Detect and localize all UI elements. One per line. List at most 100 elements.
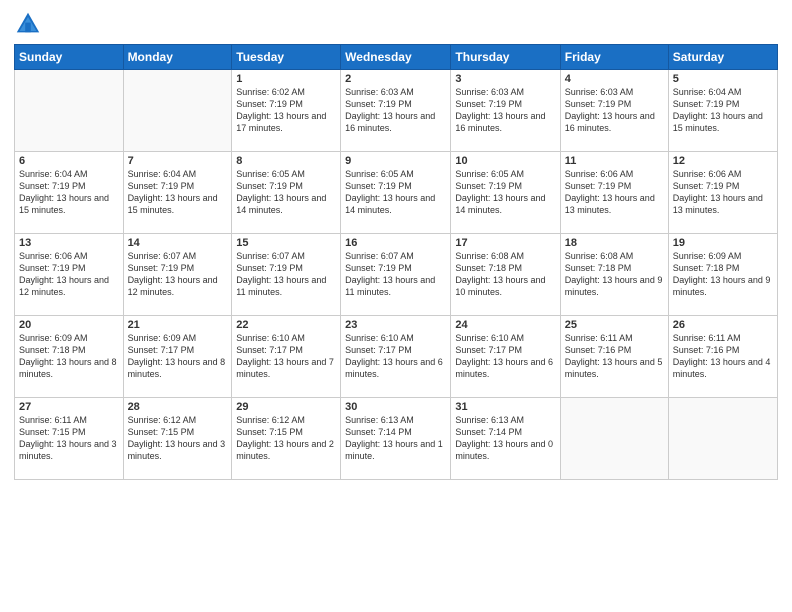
day-number: 23 <box>345 319 446 331</box>
calendar-week-2: 6Sunrise: 6:04 AM Sunset: 7:19 PM Daylig… <box>15 152 778 234</box>
day-number: 2 <box>345 73 446 85</box>
day-info: Sunrise: 6:09 AM Sunset: 7:18 PM Dayligh… <box>19 332 119 381</box>
day-number: 31 <box>455 401 555 413</box>
day-info: Sunrise: 6:10 AM Sunset: 7:17 PM Dayligh… <box>455 332 555 381</box>
day-number: 6 <box>19 155 119 167</box>
day-number: 5 <box>673 73 773 85</box>
calendar-cell: 14Sunrise: 6:07 AM Sunset: 7:19 PM Dayli… <box>123 234 232 316</box>
calendar-header-saturday: Saturday <box>668 45 777 70</box>
day-info: Sunrise: 6:06 AM Sunset: 7:19 PM Dayligh… <box>565 168 664 217</box>
calendar-week-5: 27Sunrise: 6:11 AM Sunset: 7:15 PM Dayli… <box>15 398 778 480</box>
day-info: Sunrise: 6:12 AM Sunset: 7:15 PM Dayligh… <box>236 414 336 463</box>
day-info: Sunrise: 6:08 AM Sunset: 7:18 PM Dayligh… <box>565 250 664 299</box>
day-number: 3 <box>455 73 555 85</box>
day-info: Sunrise: 6:04 AM Sunset: 7:19 PM Dayligh… <box>673 86 773 135</box>
calendar-cell: 26Sunrise: 6:11 AM Sunset: 7:16 PM Dayli… <box>668 316 777 398</box>
calendar-header-thursday: Thursday <box>451 45 560 70</box>
day-info: Sunrise: 6:08 AM Sunset: 7:18 PM Dayligh… <box>455 250 555 299</box>
calendar-cell: 8Sunrise: 6:05 AM Sunset: 7:19 PM Daylig… <box>232 152 341 234</box>
calendar-header-monday: Monday <box>123 45 232 70</box>
day-number: 1 <box>236 73 336 85</box>
day-number: 20 <box>19 319 119 331</box>
calendar-header-tuesday: Tuesday <box>232 45 341 70</box>
calendar-cell: 30Sunrise: 6:13 AM Sunset: 7:14 PM Dayli… <box>341 398 451 480</box>
calendar-header-wednesday: Wednesday <box>341 45 451 70</box>
day-info: Sunrise: 6:06 AM Sunset: 7:19 PM Dayligh… <box>673 168 773 217</box>
calendar-cell: 12Sunrise: 6:06 AM Sunset: 7:19 PM Dayli… <box>668 152 777 234</box>
calendar-cell: 17Sunrise: 6:08 AM Sunset: 7:18 PM Dayli… <box>451 234 560 316</box>
day-number: 8 <box>236 155 336 167</box>
day-info: Sunrise: 6:03 AM Sunset: 7:19 PM Dayligh… <box>455 86 555 135</box>
day-number: 27 <box>19 401 119 413</box>
calendar-cell: 10Sunrise: 6:05 AM Sunset: 7:19 PM Dayli… <box>451 152 560 234</box>
calendar-header-sunday: Sunday <box>15 45 124 70</box>
calendar-cell: 25Sunrise: 6:11 AM Sunset: 7:16 PM Dayli… <box>560 316 668 398</box>
day-info: Sunrise: 6:02 AM Sunset: 7:19 PM Dayligh… <box>236 86 336 135</box>
day-info: Sunrise: 6:12 AM Sunset: 7:15 PM Dayligh… <box>128 414 228 463</box>
day-number: 28 <box>128 401 228 413</box>
calendar-cell: 6Sunrise: 6:04 AM Sunset: 7:19 PM Daylig… <box>15 152 124 234</box>
day-number: 30 <box>345 401 446 413</box>
day-info: Sunrise: 6:09 AM Sunset: 7:18 PM Dayligh… <box>673 250 773 299</box>
day-info: Sunrise: 6:03 AM Sunset: 7:19 PM Dayligh… <box>565 86 664 135</box>
calendar-header-row: SundayMondayTuesdayWednesdayThursdayFrid… <box>15 45 778 70</box>
day-info: Sunrise: 6:10 AM Sunset: 7:17 PM Dayligh… <box>345 332 446 381</box>
day-number: 24 <box>455 319 555 331</box>
day-info: Sunrise: 6:05 AM Sunset: 7:19 PM Dayligh… <box>236 168 336 217</box>
calendar-cell <box>668 398 777 480</box>
day-info: Sunrise: 6:10 AM Sunset: 7:17 PM Dayligh… <box>236 332 336 381</box>
calendar-table: SundayMondayTuesdayWednesdayThursdayFrid… <box>14 44 778 480</box>
calendar-cell: 24Sunrise: 6:10 AM Sunset: 7:17 PM Dayli… <box>451 316 560 398</box>
day-number: 26 <box>673 319 773 331</box>
day-number: 13 <box>19 237 119 249</box>
day-info: Sunrise: 6:04 AM Sunset: 7:19 PM Dayligh… <box>19 168 119 217</box>
calendar-cell: 4Sunrise: 6:03 AM Sunset: 7:19 PM Daylig… <box>560 70 668 152</box>
day-number: 11 <box>565 155 664 167</box>
day-number: 18 <box>565 237 664 249</box>
day-info: Sunrise: 6:04 AM Sunset: 7:19 PM Dayligh… <box>128 168 228 217</box>
day-info: Sunrise: 6:05 AM Sunset: 7:19 PM Dayligh… <box>345 168 446 217</box>
day-info: Sunrise: 6:03 AM Sunset: 7:19 PM Dayligh… <box>345 86 446 135</box>
calendar-cell: 13Sunrise: 6:06 AM Sunset: 7:19 PM Dayli… <box>15 234 124 316</box>
calendar-cell <box>15 70 124 152</box>
day-info: Sunrise: 6:09 AM Sunset: 7:17 PM Dayligh… <box>128 332 228 381</box>
day-number: 4 <box>565 73 664 85</box>
calendar-cell: 28Sunrise: 6:12 AM Sunset: 7:15 PM Dayli… <box>123 398 232 480</box>
calendar-cell: 2Sunrise: 6:03 AM Sunset: 7:19 PM Daylig… <box>341 70 451 152</box>
calendar-cell: 23Sunrise: 6:10 AM Sunset: 7:17 PM Dayli… <box>341 316 451 398</box>
day-number: 21 <box>128 319 228 331</box>
logo-icon <box>14 10 42 38</box>
calendar-cell: 7Sunrise: 6:04 AM Sunset: 7:19 PM Daylig… <box>123 152 232 234</box>
day-number: 19 <box>673 237 773 249</box>
calendar-cell: 15Sunrise: 6:07 AM Sunset: 7:19 PM Dayli… <box>232 234 341 316</box>
day-info: Sunrise: 6:11 AM Sunset: 7:16 PM Dayligh… <box>565 332 664 381</box>
calendar-cell: 9Sunrise: 6:05 AM Sunset: 7:19 PM Daylig… <box>341 152 451 234</box>
page: SundayMondayTuesdayWednesdayThursdayFrid… <box>0 0 792 612</box>
calendar-week-4: 20Sunrise: 6:09 AM Sunset: 7:18 PM Dayli… <box>15 316 778 398</box>
day-number: 15 <box>236 237 336 249</box>
calendar-cell: 29Sunrise: 6:12 AM Sunset: 7:15 PM Dayli… <box>232 398 341 480</box>
day-number: 29 <box>236 401 336 413</box>
day-info: Sunrise: 6:11 AM Sunset: 7:16 PM Dayligh… <box>673 332 773 381</box>
day-info: Sunrise: 6:13 AM Sunset: 7:14 PM Dayligh… <box>455 414 555 463</box>
calendar-cell: 19Sunrise: 6:09 AM Sunset: 7:18 PM Dayli… <box>668 234 777 316</box>
day-number: 25 <box>565 319 664 331</box>
calendar-cell: 20Sunrise: 6:09 AM Sunset: 7:18 PM Dayli… <box>15 316 124 398</box>
day-info: Sunrise: 6:13 AM Sunset: 7:14 PM Dayligh… <box>345 414 446 463</box>
day-info: Sunrise: 6:05 AM Sunset: 7:19 PM Dayligh… <box>455 168 555 217</box>
calendar-cell: 21Sunrise: 6:09 AM Sunset: 7:17 PM Dayli… <box>123 316 232 398</box>
calendar-cell: 11Sunrise: 6:06 AM Sunset: 7:19 PM Dayli… <box>560 152 668 234</box>
day-info: Sunrise: 6:07 AM Sunset: 7:19 PM Dayligh… <box>128 250 228 299</box>
day-info: Sunrise: 6:11 AM Sunset: 7:15 PM Dayligh… <box>19 414 119 463</box>
calendar-header-friday: Friday <box>560 45 668 70</box>
calendar-cell: 1Sunrise: 6:02 AM Sunset: 7:19 PM Daylig… <box>232 70 341 152</box>
calendar-cell: 3Sunrise: 6:03 AM Sunset: 7:19 PM Daylig… <box>451 70 560 152</box>
day-info: Sunrise: 6:07 AM Sunset: 7:19 PM Dayligh… <box>345 250 446 299</box>
day-number: 9 <box>345 155 446 167</box>
day-number: 22 <box>236 319 336 331</box>
calendar-cell <box>560 398 668 480</box>
header <box>14 10 778 38</box>
calendar-cell: 5Sunrise: 6:04 AM Sunset: 7:19 PM Daylig… <box>668 70 777 152</box>
day-number: 10 <box>455 155 555 167</box>
calendar-cell: 31Sunrise: 6:13 AM Sunset: 7:14 PM Dayli… <box>451 398 560 480</box>
